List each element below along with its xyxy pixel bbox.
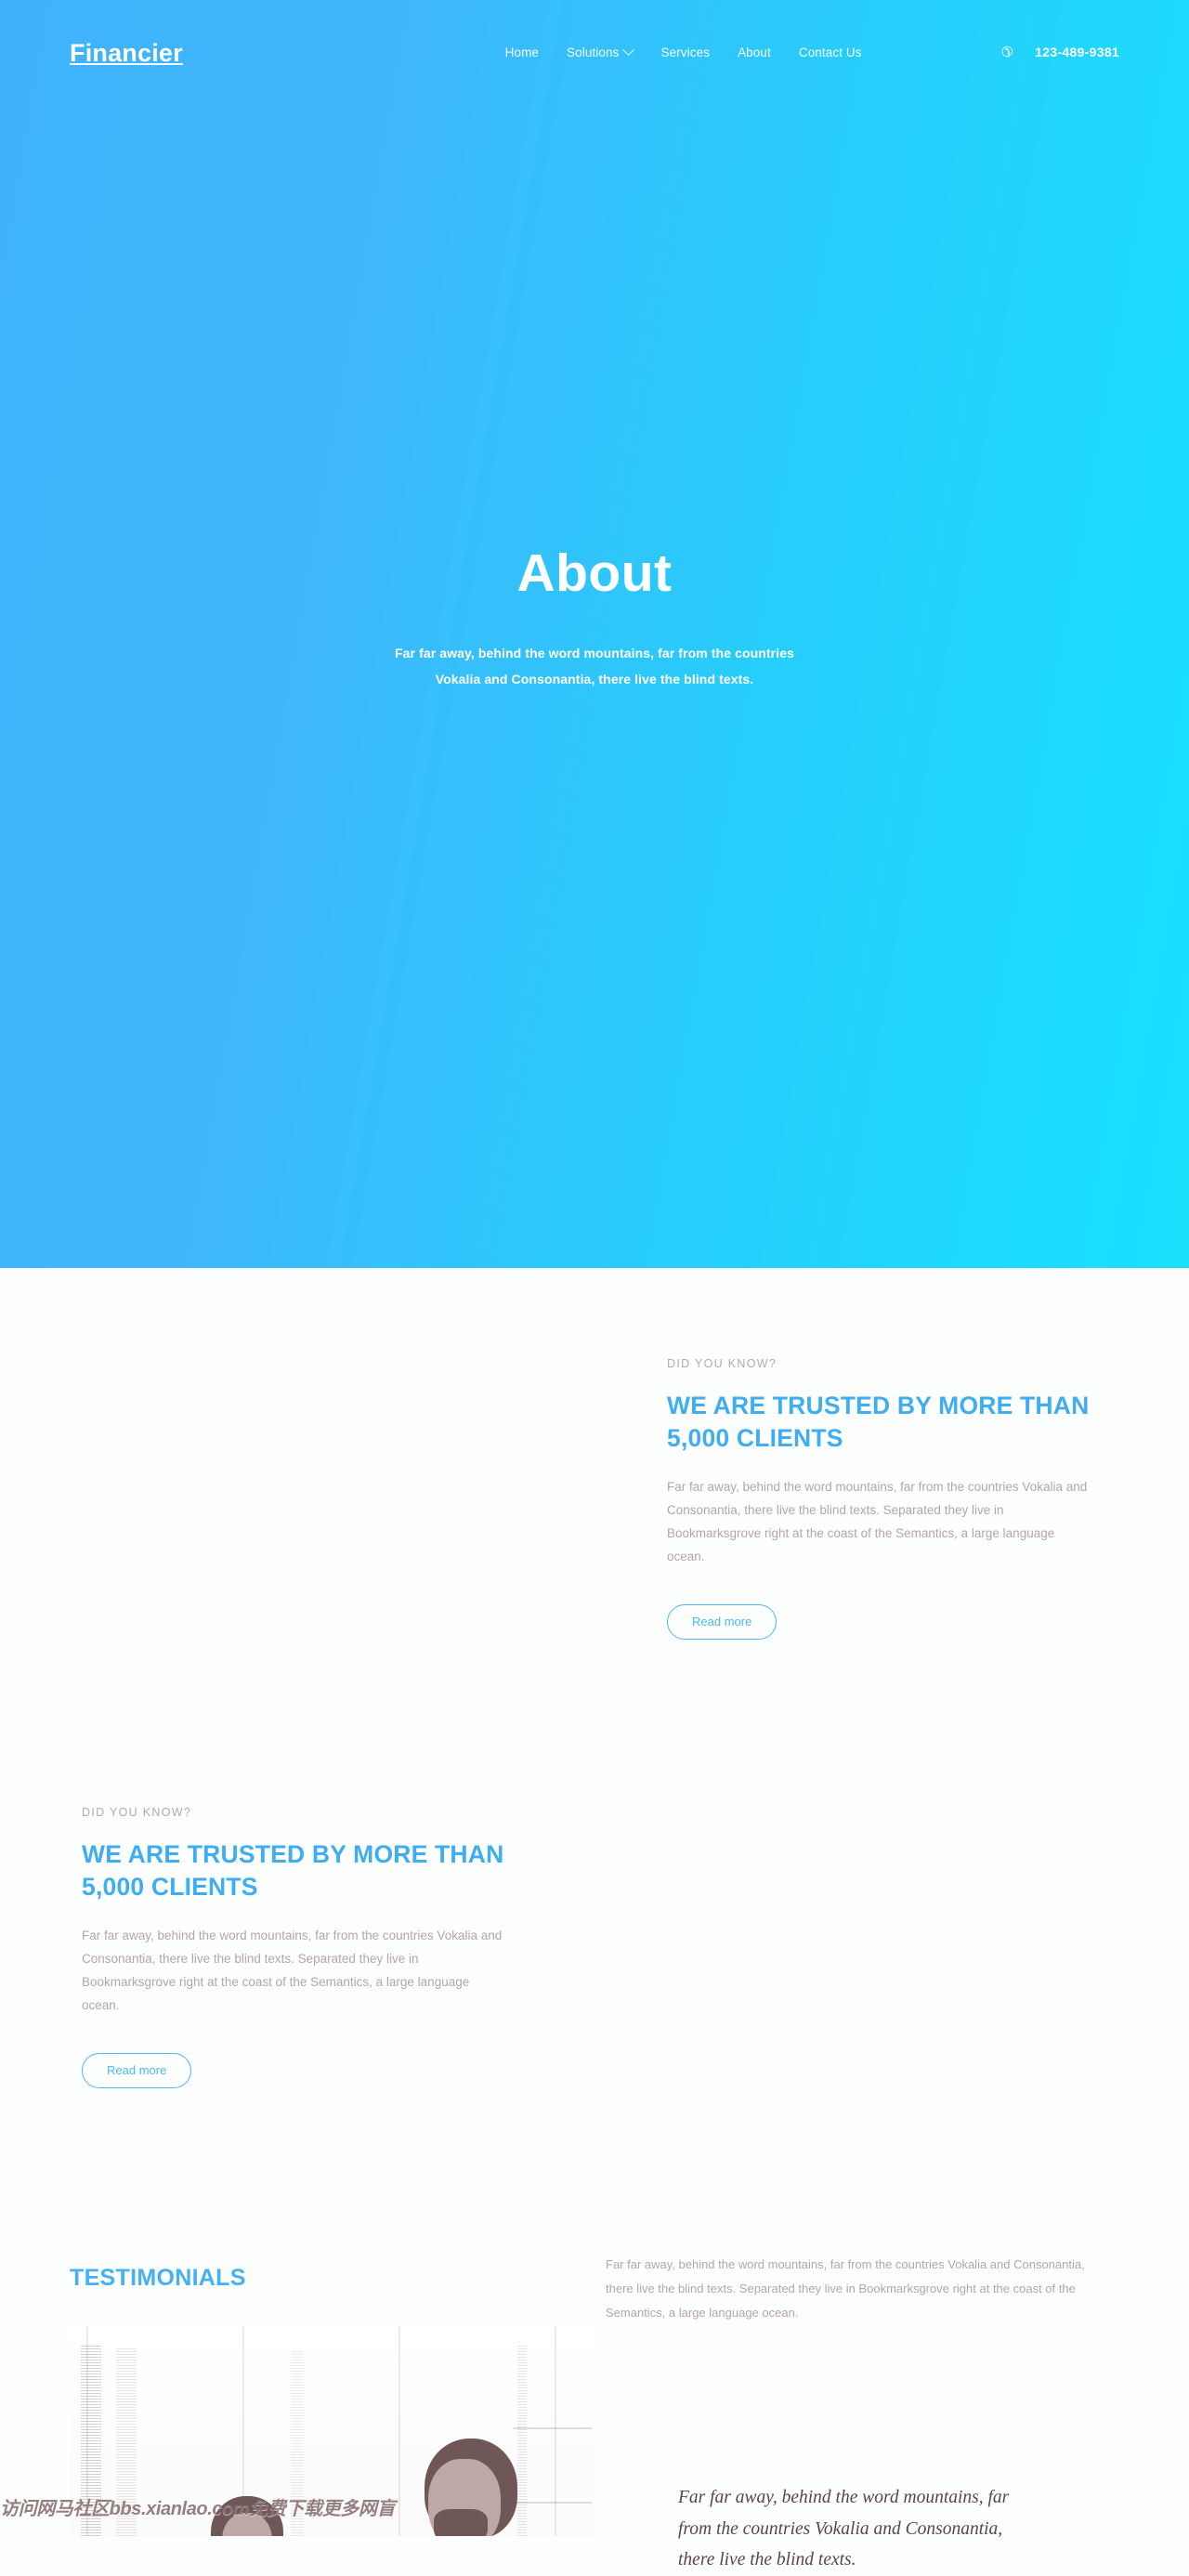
eyebrow-did-you-know-left: DID YOU KNOW? (82, 1806, 192, 1819)
nav-item-about-label: About (738, 45, 771, 59)
nav-links: Home Solutions Services About Contact Us (505, 43, 862, 59)
trusted-block-right: DID YOU KNOW? WE ARE TRUSTED BY MORE THA… (667, 1356, 1094, 1640)
headline-trusted-right: WE ARE TRUSTED BY MORE THAN 5,000 CLIENT… (667, 1391, 1090, 1453)
chevron-down-icon (622, 43, 635, 56)
testimonials-heading: TESTIMONIALS (70, 2265, 246, 2291)
hero-section: Financier Home Solutions Services About … (0, 0, 1189, 1268)
nav-item-contact-us[interactable]: Contact Us (799, 46, 862, 59)
nav-item-home[interactable]: Home (505, 46, 539, 59)
main-navbar: Financier Home Solutions Services About … (0, 0, 1189, 100)
read-more-button-right[interactable]: Read more (667, 1603, 777, 1640)
nav-item-about[interactable]: About (738, 46, 771, 59)
testimonial-quote: Far far away, behind the word mountains,… (678, 2488, 1010, 2570)
navbar-phone[interactable]: ✆ 123-489-9381 (1000, 44, 1119, 60)
nav-item-solutions-label: Solutions (567, 45, 620, 59)
body-copy-right: Far far away, behind the word mountains,… (667, 1480, 1088, 1563)
site-logo[interactable]: Financier (70, 40, 183, 66)
testimonials-intro: Far far away, behind the word mountains,… (606, 2257, 1085, 2320)
nav-item-solutions[interactable]: Solutions (567, 43, 635, 59)
nav-item-services[interactable]: Services (660, 46, 710, 59)
eyebrow-did-you-know-right: DID YOU KNOW? (667, 1357, 777, 1370)
phone-number: 123-489-9381 (1035, 45, 1119, 59)
read-more-button-left[interactable]: Read more (82, 2052, 192, 2088)
hero-content: About Far far away, behind the word moun… (0, 543, 1189, 693)
image-watermark: 访问网马社区bbs.xianlao.com免费下载更多网盲 (0, 2499, 396, 2519)
body-copy-left: Far far away, behind the word mountains,… (82, 1929, 503, 2012)
hero-subtitle: Far far away, behind the word mountains,… (395, 645, 794, 687)
nav-item-services-label: Services (660, 45, 711, 59)
page-title: About (516, 543, 673, 603)
nav-item-contact-us-label: Contact Us (798, 45, 862, 59)
trusted-block-left: DID YOU KNOW? WE ARE TRUSTED BY MORE THA… (82, 1805, 509, 2088)
nav-item-home-label: Home (504, 45, 540, 59)
phone-icon: ✆ (1000, 44, 1013, 60)
headline-trusted-left: WE ARE TRUSTED BY MORE THAN 5,000 CLIENT… (82, 1839, 504, 1902)
photo-texture-line (514, 2427, 592, 2429)
